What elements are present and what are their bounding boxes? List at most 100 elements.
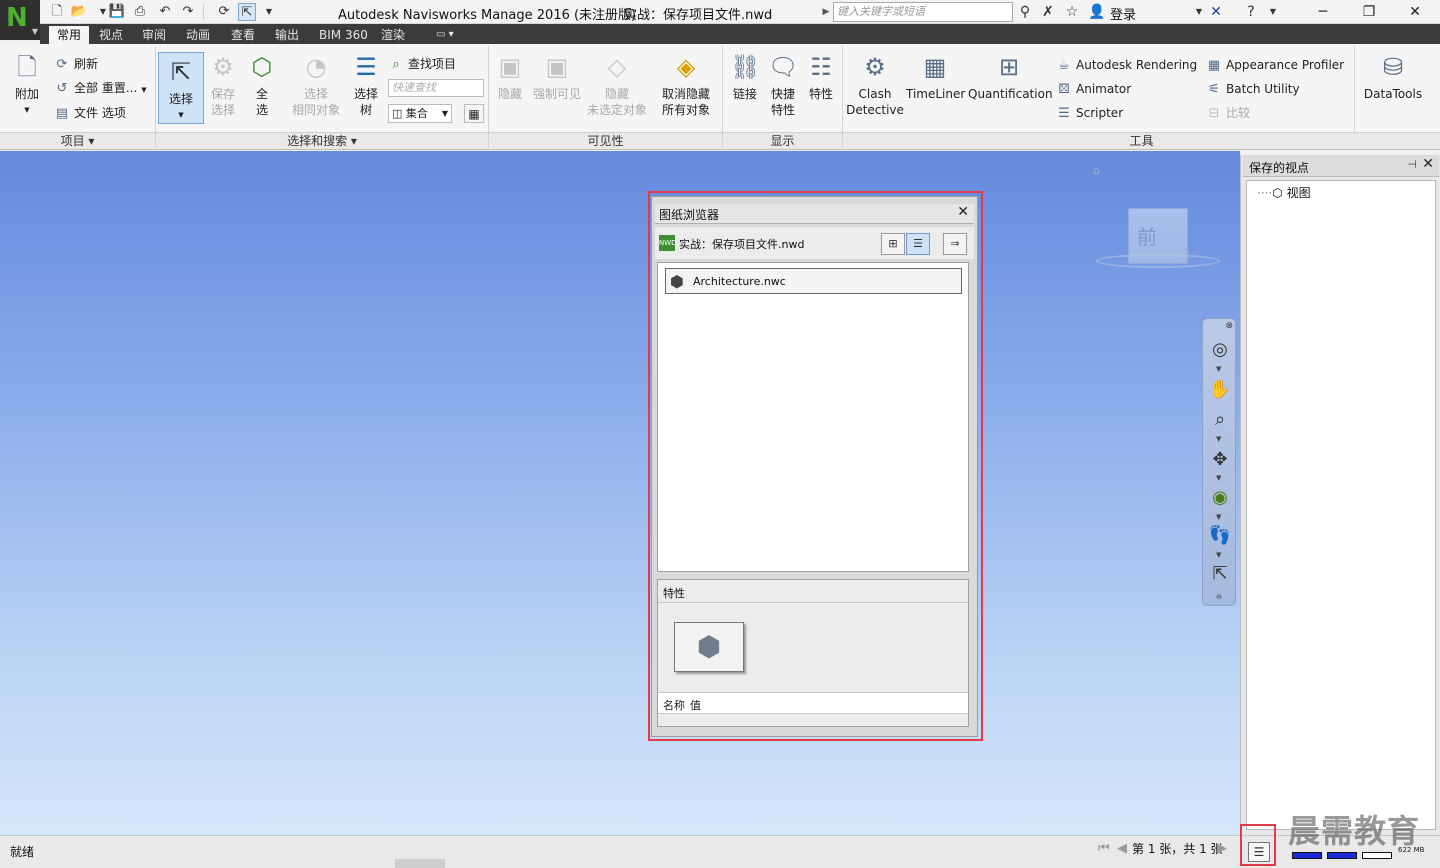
require-button[interactable]: ▣ 强制可见 bbox=[532, 52, 582, 102]
viewpoints-tree[interactable]: ····⬡ 视图 bbox=[1246, 180, 1436, 830]
new-file-icon[interactable]: 🗋 bbox=[48, 3, 66, 21]
compare-button[interactable]: ⊟ 比较 bbox=[1206, 104, 1250, 123]
links-icon: ⛓ bbox=[730, 53, 761, 81]
undo-icon[interactable]: ↶ bbox=[156, 3, 174, 21]
save-selection-button[interactable]: ⚙ 保存 选择 bbox=[206, 52, 240, 118]
quick-find-input[interactable]: 快速查找 bbox=[388, 79, 484, 97]
saved-viewpoints-header[interactable]: 保存的视点 ⊣ ✕ bbox=[1243, 155, 1439, 177]
help-icon[interactable]: ? bbox=[1242, 3, 1260, 21]
reset-icon: ↺ bbox=[56, 81, 68, 96]
tab-bim360[interactable]: BIM 360 bbox=[311, 26, 376, 44]
hide-unselected-button[interactable]: ◇ 隐藏 未选定对象 bbox=[586, 52, 648, 118]
select-button[interactable]: ⇱ 选择 ▼ bbox=[158, 52, 204, 124]
walk-dropdown-icon[interactable]: ▼ bbox=[1216, 551, 1221, 559]
refresh-icon[interactable]: ⟳ bbox=[215, 3, 233, 21]
tab-viewpoint[interactable]: 视点 bbox=[91, 26, 131, 44]
batch-utility-button[interactable]: ⚟ Batch Utility bbox=[1206, 80, 1299, 99]
reset-all-button[interactable]: ↺ 全部 重置... ▼ bbox=[54, 79, 147, 99]
viewcube-home-icon[interactable]: ⌂ bbox=[1093, 164, 1100, 177]
viewcube-front-face[interactable]: 前 bbox=[1137, 221, 1157, 250]
navbar-customize-icon[interactable]: ⊖ bbox=[1216, 593, 1222, 601]
close-window-button[interactable]: ✕ bbox=[1392, 0, 1438, 24]
subscription-icon[interactable]: ✗ bbox=[1039, 3, 1057, 21]
refresh-button[interactable]: ⟳ 刷新 bbox=[54, 55, 98, 74]
hide-button[interactable]: ▣ 隐藏 bbox=[492, 52, 528, 102]
zoom-window-icon[interactable]: ⌕ bbox=[1207, 407, 1233, 433]
saved-viewpoints-title: 保存的视点 bbox=[1249, 161, 1310, 175]
select-search-panel-title[interactable]: 选择和搜索 ▾ bbox=[156, 132, 488, 149]
minimize-button[interactable]: ─ bbox=[1300, 0, 1346, 24]
search-expand-icon[interactable]: ▶ bbox=[820, 2, 832, 22]
tab-render[interactable]: 渲染 bbox=[373, 26, 413, 44]
ribbon-minimize-icon[interactable]: ▭ ▾ bbox=[428, 26, 462, 44]
orbit-dropdown-icon[interactable]: ▼ bbox=[1216, 474, 1221, 482]
links-button[interactable]: ⛓ 链接 bbox=[728, 52, 762, 102]
autodesk-rendering-button[interactable]: ☕ Autodesk Rendering bbox=[1056, 56, 1197, 75]
steeringwheel-dropdown-icon[interactable]: ▼ bbox=[1216, 365, 1221, 373]
quantification-button[interactable]: ⊞ Quantification bbox=[968, 52, 1053, 102]
tab-animation[interactable]: 动画 bbox=[178, 26, 218, 44]
prev-sheet-icon[interactable]: ◀ bbox=[1117, 841, 1127, 856]
animator-button[interactable]: ⚄ Animator bbox=[1056, 80, 1131, 99]
login-dropdown-icon[interactable]: ▼ bbox=[1190, 3, 1208, 21]
redo-icon[interactable]: ↷ bbox=[179, 3, 197, 21]
manage-sets-icon[interactable]: ▦ bbox=[464, 104, 484, 123]
quick-properties-button[interactable]: 🗨 快捷 特性 bbox=[766, 52, 800, 118]
exchange-apps-icon[interactable]: ✕ bbox=[1207, 3, 1225, 21]
select-same-button[interactable]: ◔ 选择 相同对象 bbox=[288, 52, 344, 118]
tab-view[interactable]: 查看 bbox=[223, 26, 263, 44]
first-sheet-icon[interactable]: ⏮ bbox=[1098, 841, 1110, 856]
viewcube-compass-ring[interactable] bbox=[1096, 254, 1220, 268]
unhide-all-button[interactable]: ◈ 取消隐藏 所有对象 bbox=[658, 52, 714, 118]
save-icon[interactable]: 💾 bbox=[108, 3, 126, 21]
select-arrow-icon[interactable]: ⇱ bbox=[1207, 561, 1233, 587]
look-around-eye-icon[interactable]: ◉ bbox=[1207, 485, 1233, 511]
project-panel-title[interactable]: 项目 ▾ bbox=[0, 132, 155, 149]
properties-button[interactable]: ☷ 特性 bbox=[804, 52, 838, 102]
binoculars-icon[interactable]: ⚲ bbox=[1016, 3, 1034, 21]
scripter-button[interactable]: ☰ Scripter bbox=[1056, 104, 1123, 123]
select-cursor-icon[interactable]: ⇱ bbox=[238, 3, 256, 21]
look-dropdown-icon[interactable]: ▼ bbox=[1216, 513, 1221, 521]
maximize-button[interactable]: ❐ bbox=[1346, 0, 1392, 24]
user-icon[interactable]: 👤 bbox=[1088, 3, 1106, 21]
appearance-profiler-button[interactable]: ▦ Appearance Profiler bbox=[1206, 56, 1344, 75]
application-menu-button[interactable]: N ▼ bbox=[0, 0, 40, 40]
zoom-dropdown-icon[interactable]: ▼ bbox=[1216, 435, 1221, 443]
tab-review[interactable]: 审阅 bbox=[134, 26, 174, 44]
display-panel-title: 显示 bbox=[723, 132, 842, 149]
tree-node[interactable]: ····⬡ 视图 bbox=[1257, 184, 1311, 201]
tab-output[interactable]: 输出 bbox=[267, 26, 307, 44]
select-all-button[interactable]: ⬡ 全 选 bbox=[246, 52, 278, 118]
favorites-star-icon[interactable]: ☆ bbox=[1063, 3, 1081, 21]
orbit-icon[interactable]: ✥ bbox=[1207, 447, 1233, 473]
saved-viewpoints-close-button[interactable]: ✕ bbox=[1422, 156, 1434, 172]
open-file-icon[interactable]: 📂 bbox=[70, 3, 88, 21]
file-options-button[interactable]: ▤ 文件 选项 bbox=[54, 104, 126, 123]
steeringwheel-icon[interactable]: ◎ bbox=[1207, 337, 1233, 363]
append-button[interactable]: 🗋 附加 ▼ bbox=[8, 52, 46, 118]
walk-footsteps-icon[interactable]: 👣 bbox=[1207, 523, 1233, 549]
status-text: 就绪 bbox=[10, 845, 35, 859]
pan-hand-icon[interactable]: ✋ bbox=[1207, 377, 1233, 403]
tab-home[interactable]: 常用 bbox=[49, 26, 90, 44]
navigation-bar: ⊗ ◎ ▼ ✋ ⌕ ▼ ✥ ▼ ◉ ▼ 👣 ▼ ⇱ ⊖ bbox=[1202, 318, 1236, 606]
help-dropdown-icon[interactable]: ▼ bbox=[1264, 3, 1282, 21]
sets-icon: ◫ bbox=[392, 107, 403, 120]
sets-dropdown[interactable]: ◫ 集合 ▼ bbox=[388, 104, 452, 123]
find-items-button[interactable]: ⌕ 查找项目 bbox=[388, 55, 456, 74]
clash-detective-button[interactable]: ⚙ Clash Detective bbox=[846, 52, 904, 118]
next-sheet-icon[interactable]: ▶ bbox=[1217, 841, 1227, 856]
qat-customize-icon[interactable]: ▼ bbox=[260, 3, 278, 21]
navbar-close-icon[interactable]: ⊗ bbox=[1225, 321, 1233, 331]
datatools-button[interactable]: ⛁ DataTools bbox=[1360, 52, 1426, 102]
pin-icon[interactable]: ⊣ bbox=[1407, 158, 1417, 171]
selection-tree-button[interactable]: ☰ 选择 树 bbox=[350, 52, 382, 118]
print-icon[interactable]: ⎙ bbox=[131, 3, 149, 21]
help-search-input[interactable]: 键入关键字或短语 bbox=[833, 2, 1013, 22]
horizontal-scroll-thumb[interactable] bbox=[395, 859, 445, 868]
login-link[interactable]: 登录 bbox=[1110, 4, 1136, 23]
3d-viewport[interactable] bbox=[0, 151, 1240, 835]
select-same-icon: ◔ bbox=[305, 53, 327, 81]
timeliner-button[interactable]: ▦ TimeLiner bbox=[906, 52, 965, 102]
